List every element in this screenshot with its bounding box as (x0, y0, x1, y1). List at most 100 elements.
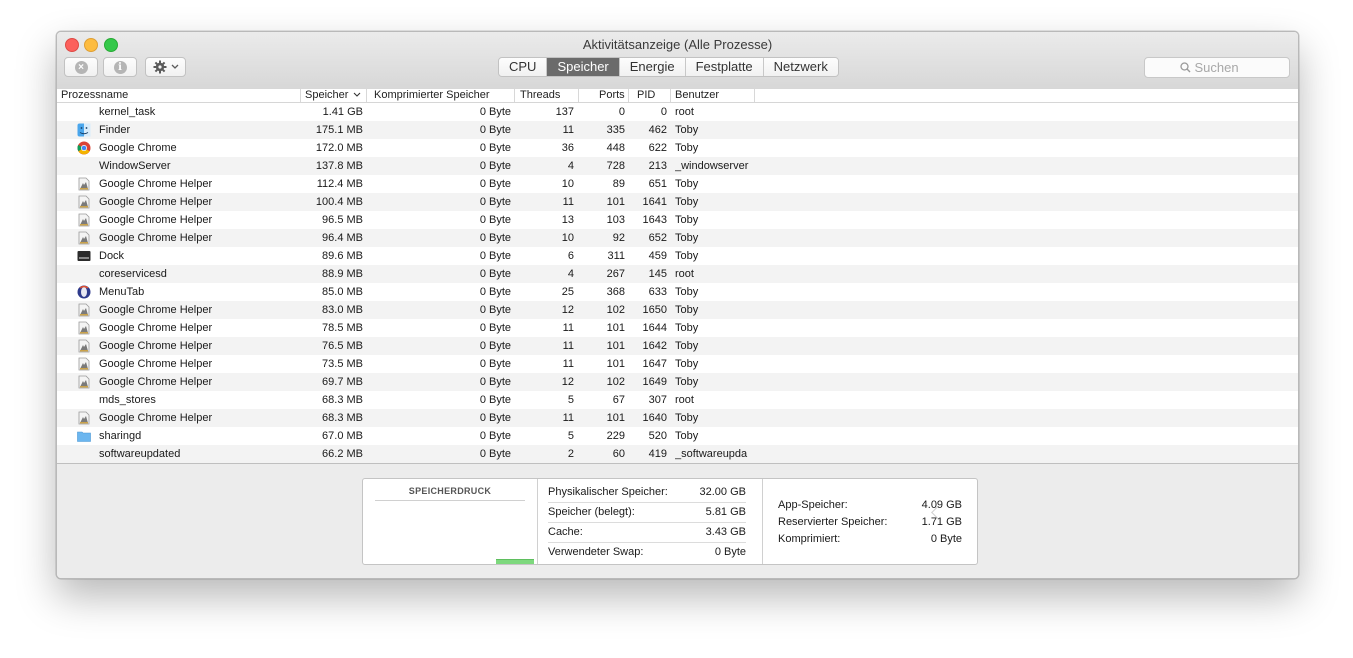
threads-cell: 10 (561, 178, 574, 190)
table-row[interactable]: Google Chrome Helper 96.4 MB 0 Byte 10 92 652… (57, 229, 1298, 247)
stat-memory-used: Speicher (belegt): 5.81 GB (548, 502, 746, 523)
pid-cell: 1649 (642, 376, 667, 388)
stop-process-button[interactable]: × (64, 57, 98, 77)
stat-swap-used: Verwendeter Swap: 0 Byte (548, 542, 746, 562)
compressed-memory-cell: 0 Byte (479, 142, 511, 154)
table-row[interactable]: WindowServer 137.8 MB 0 Byte 4 728 213 _window… (57, 157, 1298, 175)
table-row[interactable]: mds_stores 68.3 MB 0 Byte 5 67 307 root (57, 391, 1298, 409)
pid-cell: 213 (648, 160, 667, 172)
pid-cell: 1644 (642, 322, 667, 334)
user-cell: _softwareupda (675, 448, 748, 460)
memory-pressure-title: SPEICHERDRUCK (375, 486, 525, 501)
column-header-compressed[interactable]: Komprimierter Speicher (367, 89, 515, 102)
user-cell: Toby (675, 412, 699, 424)
chrome-helper-icon (77, 321, 91, 335)
user-cell: Toby (675, 304, 699, 316)
ports-cell: 728 (606, 160, 625, 172)
process-name-cell: MenuTab (99, 286, 145, 298)
chrome-helper-icon (77, 177, 91, 191)
column-header-user[interactable]: Benutzer (671, 89, 755, 102)
column-header-process-name[interactable]: Prozessname (57, 89, 301, 102)
ports-cell: 101 (606, 340, 625, 352)
threads-cell: 25 (561, 286, 574, 298)
memory-cell: 88.9 MB (322, 268, 363, 280)
chrome-helper-icon (77, 339, 91, 353)
table-row[interactable]: softwareupdated 66.2 MB 0 Byte 2 60 419 _softw… (57, 445, 1298, 463)
table-row[interactable]: Google Chrome Helper 96.5 MB 0 Byte 13 103 16… (57, 211, 1298, 229)
threads-cell: 5 (567, 394, 574, 406)
search-icon (1179, 62, 1190, 73)
memory-summary-area: SPEICHERDRUCK Physikalischer Speicher: 3… (57, 463, 1298, 578)
table-row[interactable]: Google Chrome Helper 78.5 MB 0 Byte 11 101 16… (57, 319, 1298, 337)
breakdown-wired-memory: Reservierter Speicher: 1.71 GB (778, 514, 962, 531)
threads-cell: 36 (561, 142, 574, 154)
memory-cell: 96.4 MB (322, 232, 363, 244)
ports-cell: 67 (612, 394, 625, 406)
table-row[interactable]: Google Chrome Helper 69.7 MB 0 Byte 12 102 16… (57, 373, 1298, 391)
stop-icon: × (74, 60, 88, 74)
table-row[interactable]: Google Chrome 172.0 MB 0 Byte 36 448 622 Toby (57, 139, 1298, 157)
search-field[interactable] (1144, 57, 1290, 78)
column-header-memory[interactable]: Speicher (301, 89, 367, 102)
pid-cell: 419 (648, 448, 667, 460)
ports-cell: 103 (606, 214, 625, 226)
pid-cell: 1643 (642, 214, 667, 226)
action-menu-button[interactable] (145, 57, 186, 77)
stat-label: Physikalischer Speicher: (548, 486, 668, 498)
pid-cell: 462 (648, 124, 667, 136)
search-input[interactable] (1190, 60, 1255, 75)
tab-memory[interactable]: Speicher (547, 58, 620, 76)
tab-disk[interactable]: Festplatte (685, 58, 764, 76)
table-row[interactable]: Finder 175.1 MB 0 Byte 11 335 462 Toby (57, 121, 1298, 139)
pid-cell: 520 (648, 430, 667, 442)
table-row[interactable]: Google Chrome Helper 112.4 MB 0 Byte 10 89 65… (57, 175, 1298, 193)
table-header: Prozessname Speicher Komprimierter Speic… (57, 89, 1298, 103)
titlebar: Aktivitätsanzeige (Alle Prozesse) × i CP… (57, 32, 1298, 90)
chrome-helper-icon (77, 303, 91, 317)
compressed-memory-cell: 0 Byte (479, 340, 511, 352)
threads-cell: 11 (562, 196, 574, 208)
threads-cell: 13 (561, 214, 574, 226)
table-row[interactable]: Google Chrome Helper 73.5 MB 0 Byte 11 101 16… (57, 355, 1298, 373)
user-cell: Toby (675, 340, 699, 352)
user-cell: Toby (675, 214, 699, 226)
table-row[interactable]: Google Chrome Helper 83.0 MB 0 Byte 12 102 16… (57, 301, 1298, 319)
ports-cell: 102 (606, 304, 625, 316)
breakdown-value: 0 Byte (930, 533, 962, 545)
threads-cell: 6 (567, 250, 574, 262)
table-row[interactable]: Dock 89.6 MB 0 Byte 6 311 459 Toby (57, 247, 1298, 265)
table-row[interactable]: kernel_task 1.41 GB 0 Byte 137 0 0 root (57, 103, 1298, 121)
compressed-memory-cell: 0 Byte (479, 214, 511, 226)
user-cell: Toby (675, 250, 699, 262)
pid-cell: 0 (660, 106, 667, 118)
tab-cpu[interactable]: CPU (499, 58, 548, 76)
table-row[interactable]: Google Chrome Helper 76.5 MB 0 Byte 11 101 16… (57, 337, 1298, 355)
tab-energy[interactable]: Energie (619, 58, 686, 76)
table-row[interactable]: Google Chrome Helper 100.4 MB 0 Byte 11 101 1… (57, 193, 1298, 211)
compressed-memory-cell: 0 Byte (479, 106, 511, 118)
column-header-ports[interactable]: Ports (579, 89, 629, 102)
chrome-helper-icon (77, 375, 91, 389)
pid-cell: 307 (648, 394, 667, 406)
ports-cell: 101 (606, 358, 625, 370)
table-row[interactable]: sharingd 67.0 MB 0 Byte 5 229 520 Toby (57, 427, 1298, 445)
process-name-cell: Google Chrome Helper (99, 196, 213, 208)
pid-cell: 145 (648, 268, 667, 280)
tab-network[interactable]: Netzwerk (763, 58, 838, 76)
process-name-cell: WindowServer (99, 160, 171, 172)
ports-cell: 229 (606, 430, 625, 442)
table-row[interactable]: Google Chrome Helper 68.3 MB 0 Byte 11 101 16… (57, 409, 1298, 427)
ports-cell: 0 (618, 106, 625, 118)
info-button[interactable]: i (103, 57, 137, 77)
stat-label: Verwendeter Swap: (548, 546, 644, 558)
memory-cell: 112.4 MB (316, 178, 363, 190)
column-header-pid[interactable]: PID (629, 89, 671, 102)
ports-cell: 267 (606, 268, 625, 280)
pid-cell: 1640 (642, 412, 667, 424)
compressed-memory-cell: 0 Byte (479, 412, 511, 424)
table-row[interactable]: coreservicesd 88.9 MB 0 Byte 4 267 145 root (57, 265, 1298, 283)
user-cell: Toby (675, 142, 699, 154)
column-header-threads[interactable]: Threads (515, 89, 579, 102)
compressed-memory-cell: 0 Byte (479, 358, 511, 370)
table-row[interactable]: MenuTab 85.0 MB 0 Byte 25 368 633 Toby (57, 283, 1298, 301)
